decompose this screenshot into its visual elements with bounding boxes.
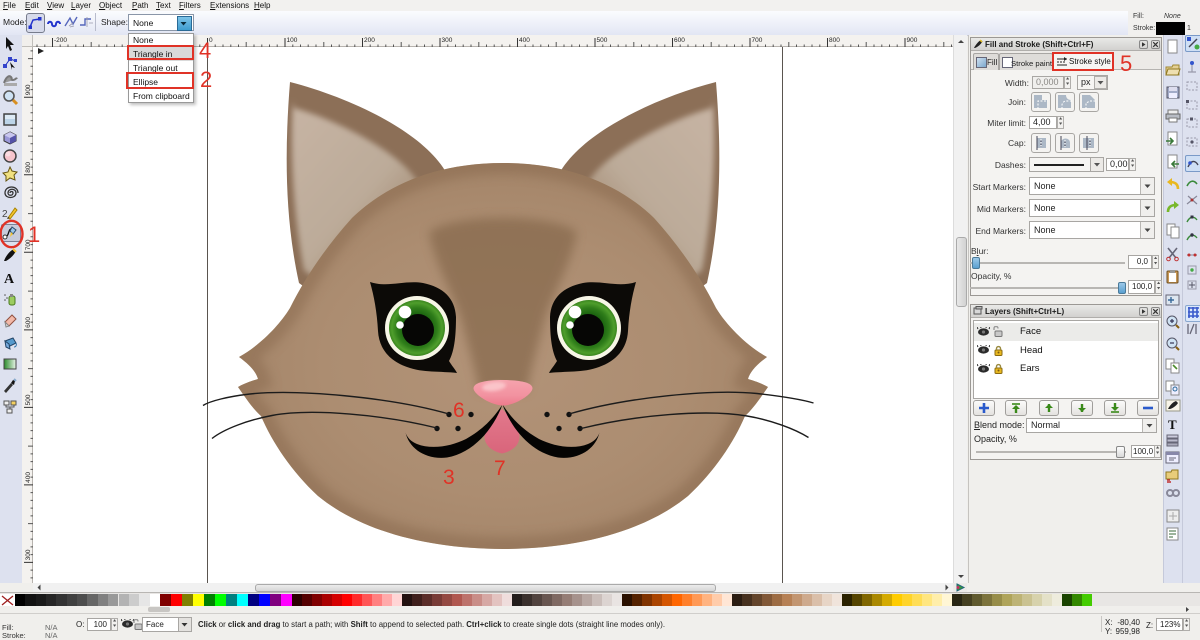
svg-text:400: 400	[25, 472, 32, 483]
svg-text:300: 300	[442, 37, 453, 44]
svg-text:300: 300	[25, 549, 32, 560]
svg-text:T: T	[1168, 417, 1177, 432]
svg-text:800: 800	[25, 162, 32, 173]
svg-text:-200: -200	[54, 37, 67, 44]
svg-text:800: 800	[829, 37, 840, 44]
svg-text:500: 500	[25, 394, 32, 405]
svg-text:600: 600	[25, 317, 32, 328]
svg-text:500: 500	[597, 37, 608, 44]
svg-text:900: 900	[907, 37, 918, 44]
svg-text:400: 400	[519, 37, 530, 44]
svg-text:600: 600	[674, 37, 685, 44]
svg-text:2: 2	[2, 209, 8, 220]
svg-text:700: 700	[752, 37, 763, 44]
svg-text:A: A	[4, 272, 15, 287]
svg-text:900: 900	[25, 84, 32, 95]
svg-text:100: 100	[287, 37, 298, 44]
svg-text:200: 200	[364, 37, 375, 44]
